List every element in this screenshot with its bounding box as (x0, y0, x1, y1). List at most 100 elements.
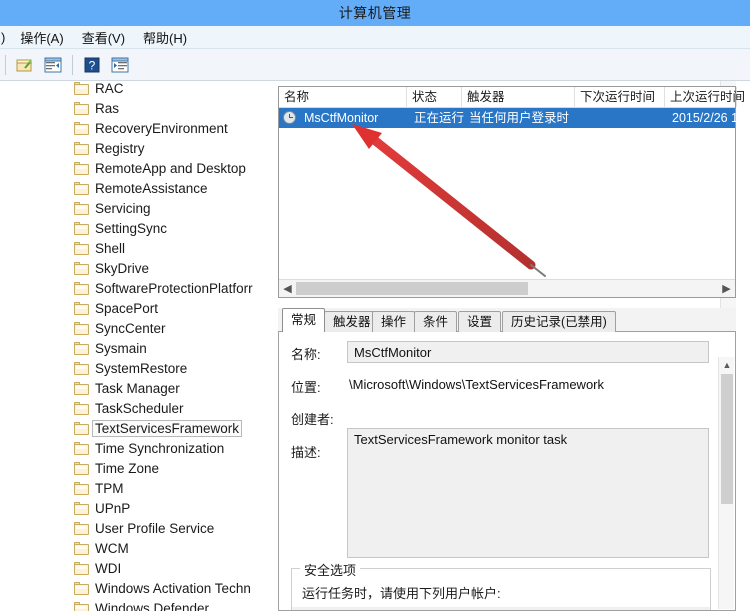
details-tabstrip: 常规 触发器 操作 条件 设置 历史记录(已禁用) (278, 308, 736, 332)
task-list-body[interactable]: MsCtfMonitor 正在运行 当任何用户登录时 2015/2/26 10 (279, 108, 745, 278)
tree-item-label: Sysmain (95, 340, 147, 356)
table-row[interactable]: MsCtfMonitor 正在运行 当任何用户登录时 2015/2/26 10 (279, 108, 745, 128)
scroll-left-arrow[interactable]: ◀ (279, 280, 296, 297)
task-list-pane[interactable]: 名称 状态 触发器 下次运行时间 上次运行时间 MsCtfMonitor 正在运行 当任… (278, 86, 745, 298)
folder-icon (74, 581, 89, 595)
tree-item[interactable]: TPM (0, 478, 250, 498)
tree-item[interactable]: Registry (0, 138, 250, 158)
tree-item[interactable]: TextServicesFramework (0, 418, 250, 438)
tree-item-label: WCM (95, 540, 129, 556)
field-description[interactable]: TextServicesFramework monitor task (347, 428, 709, 558)
tree-item[interactable]: RecoveryEnvironment (0, 118, 250, 138)
tree-item-label: TaskScheduler (95, 400, 184, 416)
menu-item-help[interactable]: 帮助(H) (134, 27, 196, 48)
tree-item[interactable]: TaskScheduler (0, 398, 250, 418)
column-status[interactable]: 状态 (407, 87, 462, 107)
toolbar-separator (5, 54, 6, 75)
tree-item[interactable]: SoftwareProtectionPlatforr (0, 278, 253, 298)
column-trigger[interactable]: 触发器 (462, 87, 575, 107)
tree-item-label: User Profile Service (95, 520, 215, 536)
tree-item-label: SystemRestore (95, 360, 188, 376)
task-list-header: 名称 状态 触发器 下次运行时间 上次运行时间 (279, 87, 745, 108)
task-list-horizontal-scrollbar[interactable]: ◀ ▶ (279, 279, 735, 297)
tab-2[interactable]: 操作 (372, 311, 416, 332)
folder-icon (74, 241, 89, 255)
menu-item-action[interactable]: 操作(A) (11, 27, 72, 48)
toolbar-help-button[interactable]: ? (80, 53, 104, 77)
tree-item-label: TextServicesFramework (91, 419, 243, 437)
details-scrollbar-thumb[interactable] (721, 374, 733, 504)
tree-item-label: TPM (95, 480, 124, 496)
tree-item[interactable]: SystemRestore (0, 358, 250, 378)
toolbar-export-list-button[interactable] (13, 53, 37, 77)
tree-item-label: SpacePort (95, 300, 159, 316)
tree-item[interactable]: RemoteApp and Desktop (0, 158, 250, 178)
tree-item[interactable]: Servicing (0, 198, 250, 218)
tree-item-label: SyncCenter (95, 320, 166, 336)
tree-item-label: Shell (95, 240, 126, 256)
tab-3[interactable]: 条件 (414, 311, 458, 332)
computer-management-window: 计算机管理 ) 操作(A) 查看(V) 帮助(H) ? RAC Ras Reco… (0, 0, 750, 611)
column-name[interactable]: 名称 (279, 87, 407, 107)
folder-icon (74, 461, 89, 475)
tree-item[interactable]: RAC (0, 81, 250, 98)
label-author: 创建者: (291, 412, 334, 427)
tree-item-label: WDI (95, 560, 122, 576)
tree-item-label: SoftwareProtectionPlatforr (95, 280, 253, 296)
folder-icon (74, 481, 89, 495)
task-clock-icon (283, 111, 296, 124)
folder-icon (74, 381, 89, 395)
tree-item[interactable]: Task Manager (0, 378, 250, 398)
folder-icon (74, 561, 89, 575)
tree-item[interactable]: Ras (0, 98, 250, 118)
task-details-pane: 常规 触发器 操作 条件 设置 历史记录(已禁用) 名称: MsCtfMonitor 位置… (278, 308, 736, 611)
tree-item[interactable]: Shell (0, 238, 250, 258)
tree-item-label: SkyDrive (95, 260, 150, 276)
tab-5[interactable]: 历史记录(已禁用) (502, 311, 616, 332)
console-tree-pane[interactable]: RAC Ras RecoveryEnvironment Registry RemoteA… (0, 81, 264, 611)
cell-task-status: 正在运行 (414, 111, 465, 125)
folder-icon (74, 281, 89, 295)
details-vertical-scrollbar[interactable]: ▲ (718, 357, 734, 609)
tree-item[interactable]: WCM (0, 538, 250, 558)
tree-item[interactable]: SpacePort (0, 298, 250, 318)
tab-0[interactable]: 常规 (282, 308, 326, 332)
scroll-right-arrow[interactable]: ▶ (718, 280, 735, 297)
column-next-run[interactable]: 下次运行时间 (575, 87, 665, 107)
column-last-run[interactable]: 上次运行时间 (665, 87, 745, 107)
tree-item[interactable]: Windows Defender (0, 598, 250, 611)
details-scroll-up-arrow[interactable]: ▲ (719, 357, 735, 373)
menu-item-view[interactable]: 查看(V) (73, 27, 134, 48)
toolbar-console-tree-button[interactable] (41, 53, 65, 77)
hscroll-thumb[interactable] (296, 282, 529, 295)
toolbar-action-pane-button[interactable] (108, 53, 132, 77)
tree-item-label: Time Zone (95, 460, 160, 476)
field-name[interactable]: MsCtfMonitor (347, 341, 709, 363)
tree-item-label: Servicing (95, 200, 151, 216)
tree-item-label: Registry (95, 140, 145, 156)
label-name: 名称: (291, 347, 321, 362)
tab-4[interactable]: 设置 (458, 311, 502, 332)
tree-item[interactable]: UPnP (0, 498, 250, 518)
tree-item[interactable]: Sysmain (0, 338, 250, 358)
menu-clipped-left: ) (1, 29, 6, 45)
tree-item[interactable]: User Profile Service (0, 518, 250, 538)
tree-item[interactable]: Time Zone (0, 458, 250, 478)
tree-item[interactable]: Windows Activation Techn (0, 578, 251, 598)
cell-task-next-run (577, 108, 582, 128)
folder-icon (74, 121, 89, 135)
tree-item[interactable]: SettingSync (0, 218, 250, 238)
security-prompt: 运行任务时，请使用下列用户帐户: (302, 586, 501, 601)
hscroll-track[interactable] (296, 280, 718, 297)
tree-item[interactable]: WDI (0, 558, 250, 578)
menu-bar: ) 操作(A) 查看(V) 帮助(H) (0, 26, 750, 49)
window-title: 计算机管理 (338, 5, 412, 21)
tree-item[interactable]: RemoteAssistance (0, 178, 250, 198)
tree-item-label: Windows Defender (95, 600, 210, 611)
field-location: \Microsoft\Windows\TextServicesFramework (349, 377, 604, 392)
cell-task-trigger: 当任何用户登录时 (469, 111, 570, 125)
folder-icon (74, 81, 89, 95)
tree-item[interactable]: Time Synchronization (0, 438, 250, 458)
tree-item[interactable]: SyncCenter (0, 318, 250, 338)
tree-item[interactable]: SkyDrive (0, 258, 250, 278)
